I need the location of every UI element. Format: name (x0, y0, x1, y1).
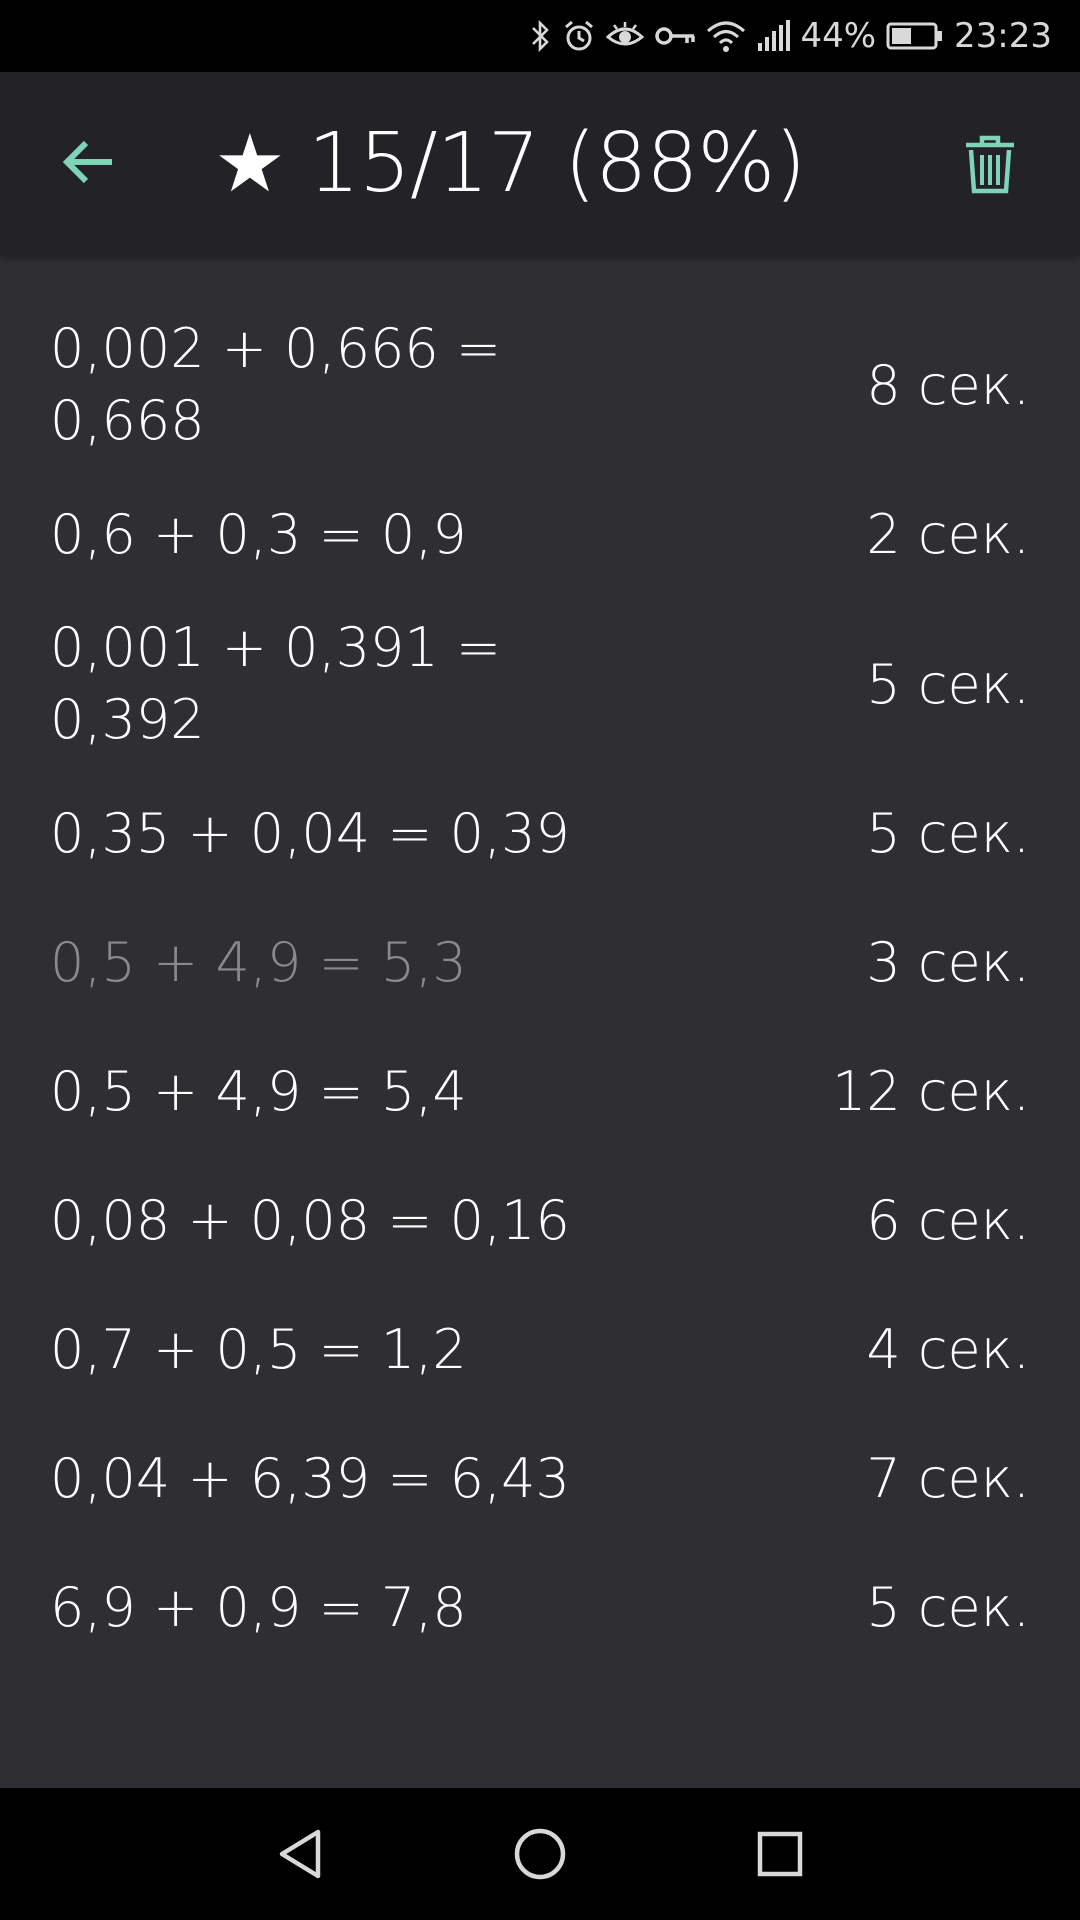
arrow-back-icon (62, 140, 112, 184)
equation-text: 0,002 + 0,666 = 0,668 (50, 317, 502, 452)
time-text: 12 сек. (831, 1060, 1030, 1123)
nav-recents-icon (757, 1831, 803, 1877)
list-item[interactable]: 0,7 + 0,5 = 1,2 4 сек. (0, 1285, 1080, 1414)
time-text: 8 сек. (866, 353, 1030, 417)
time-text: 6 сек. (866, 1189, 1030, 1252)
vpn-key-icon (654, 19, 696, 53)
equation-text: 0,6 + 0,3 = 0,9 (50, 502, 467, 566)
bluetooth-icon (530, 19, 552, 53)
page-title: ★ 15/17 (88%) (214, 114, 807, 214)
nav-home-button[interactable] (500, 1814, 580, 1894)
list-item[interactable]: 0,002 + 0,666 = 0,668 8 сек. (0, 300, 1080, 470)
results-list[interactable]: 0,002 + 0,666 = 0,668 8 сек. 0,6 + 0,3 =… (0, 300, 1080, 1672)
equation-text: 0,001 + 0,391 = 0,392 (50, 616, 502, 751)
time-text: 4 сек. (866, 1318, 1030, 1381)
wifi-icon (706, 19, 746, 53)
nav-recents-button[interactable] (740, 1814, 820, 1894)
star-icon: ★ (214, 117, 286, 210)
trash-icon (966, 135, 1014, 194)
score-title: 15/17 (88%) (307, 116, 807, 211)
equation-text: 0,5 + 4,9 = 5,4 (50, 1059, 467, 1123)
status-icons: 44% 23:23 (530, 0, 1052, 72)
back-button[interactable] (46, 120, 130, 204)
list-item[interactable]: 6,9 + 0,9 = 7,8 5 сек. (0, 1543, 1080, 1672)
alarm-icon (562, 19, 596, 53)
list-item[interactable]: 0,001 + 0,391 = 0,392 5 сек. (0, 599, 1080, 769)
equation-text: 6,9 + 0,9 = 7,8 (50, 1575, 467, 1639)
delete-button[interactable] (948, 122, 1032, 206)
battery-icon (886, 21, 944, 51)
list-item[interactable]: 0,6 + 0,3 = 0,9 2 сек. (0, 470, 1080, 599)
equation-text: 0,04 + 6,39 = 6,43 (50, 1446, 570, 1510)
equation-text: 0,08 + 0,08 = 0,16 (50, 1188, 570, 1252)
clock: 23:23 (954, 16, 1052, 56)
time-text: 5 сек. (866, 802, 1030, 865)
time-text: 3 сек. (866, 931, 1030, 994)
navigation-bar (0, 1788, 1080, 1920)
battery-percent: 44% (800, 16, 877, 56)
equation-text: 0,35 + 0,04 = 0,39 (50, 801, 570, 865)
screen: 44% 23:23 ★ 15/17 (88%) 0,002 + 0,666 = … (0, 0, 1080, 1920)
list-item[interactable]: 0,08 + 0,08 = 0,16 6 сек. (0, 1156, 1080, 1285)
list-item-wrong[interactable]: 0,5 + 4,9 = 5,3 3 сек. (0, 898, 1080, 1027)
list-item[interactable]: 0,04 + 6,39 = 6,43 7 сек. (0, 1414, 1080, 1543)
time-text: 2 сек. (866, 503, 1030, 566)
equation-text: 0,5 + 4,9 = 5,3 (50, 930, 467, 994)
time-text: 5 сек. (866, 1576, 1030, 1639)
eye-icon (606, 19, 645, 53)
equation-text: 0,7 + 0,5 = 1,2 (50, 1317, 467, 1381)
signal-icon (756, 19, 791, 53)
list-item[interactable]: 0,5 + 4,9 = 5,4 12 сек. (0, 1027, 1080, 1156)
nav-back-icon (279, 1829, 321, 1879)
status-bar: 44% 23:23 (0, 0, 1080, 72)
time-text: 7 сек. (866, 1447, 1030, 1510)
time-text: 5 сек. (866, 652, 1030, 716)
list-item[interactable]: 0,35 + 0,04 = 0,39 5 сек. (0, 769, 1080, 898)
app-bar: ★ 15/17 (88%) (0, 72, 1080, 254)
nav-back-button[interactable] (260, 1814, 340, 1894)
nav-home-icon (514, 1828, 566, 1880)
